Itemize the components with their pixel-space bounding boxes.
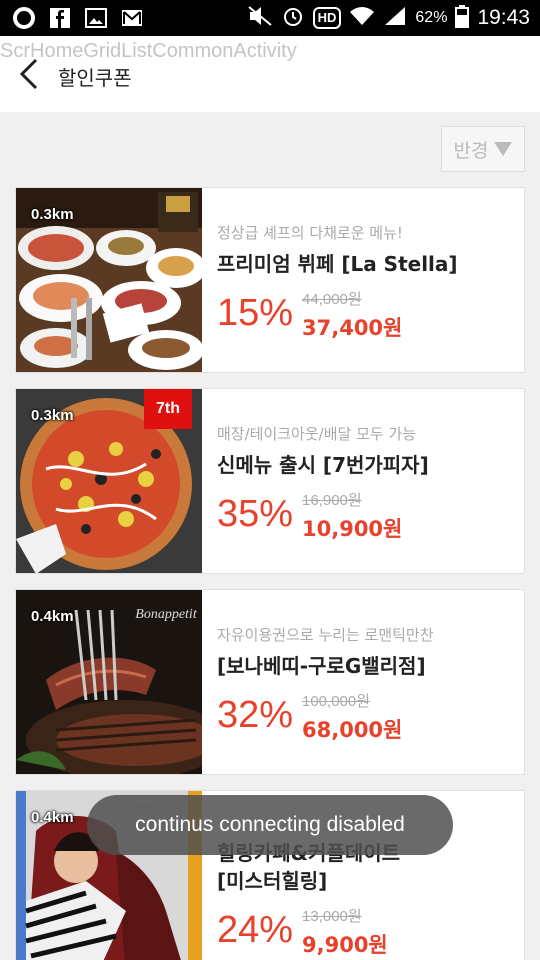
signal-icon — [383, 5, 407, 31]
svg-text:Bonappetit: Bonappetit — [135, 607, 198, 622]
alarm-icon — [281, 4, 305, 32]
facebook-icon — [48, 6, 72, 30]
original-price: 16,900원 — [302, 492, 362, 509]
svg-text:7th: 7th — [156, 400, 180, 417]
hd-icon: HD — [312, 7, 342, 29]
gallery-icon — [84, 6, 108, 30]
coupon-card[interactable]: 0.3km 정상급 셰프의 다채로운 메뉴! 프리미엄 뷔페 [La Stell… — [15, 187, 525, 373]
coupon-name: [보나베띠-구로G밸리점] — [217, 654, 426, 678]
activity-label: ScrHomeGridListCommonActivity — [0, 40, 297, 62]
radius-filter-label: 반경 — [453, 139, 489, 162]
coupon-card[interactable]: Bonappetit 0.4km 자유이용권으로 누리는 로맨틱만찬 [보나베띠… — [15, 589, 525, 775]
battery-icon — [455, 4, 470, 32]
discount-rate: 35% — [217, 493, 294, 535]
sale-price: 9,900원 — [302, 933, 388, 957]
clock: 19:43 — [477, 6, 530, 29]
discount-rate: 15% — [217, 292, 294, 334]
back-arrow-icon — [19, 58, 38, 90]
discount-rate: 24% — [217, 909, 294, 951]
coupon-subtitle: 자유이용권으로 누리는 로맨틱만찬 — [217, 626, 434, 644]
radius-filter-button[interactable]: 반경 — [441, 126, 525, 172]
original-price: 44,000원 — [302, 291, 362, 308]
status-bar: HD 62% 19:43 — [0, 0, 540, 36]
coupon-card[interactable]: 7th 0.3km 매장/테이크아웃/배달 모두 가능 신메뉴 출시 [7번가피… — [15, 388, 525, 574]
distance-label: 0.4km — [31, 608, 74, 625]
coupon-image-steak: Bonappetit 0.4km — [16, 590, 202, 774]
opera-icon — [12, 6, 36, 30]
distance-label: 0.3km — [31, 206, 74, 223]
coupon-name-line2: [미스터힐링] — [217, 869, 328, 893]
wifi-icon — [349, 5, 375, 31]
original-price: 100,000원 — [302, 693, 371, 710]
distance-label: 0.3km — [31, 407, 74, 424]
battery-percent: 62% — [415, 9, 448, 26]
coupon-name: 신메뉴 출시 [7번가피자] — [217, 453, 429, 477]
coupon-subtitle: 매장/테이크아웃/배달 모두 가능 — [217, 425, 417, 443]
gmail-icon — [120, 6, 144, 30]
coupon-image-buffet: 0.3km — [16, 188, 202, 372]
page-title: 할인쿠폰 — [58, 66, 132, 90]
toast-message: continus connecting disabled — [87, 795, 453, 855]
back-button[interactable] — [14, 56, 44, 92]
sale-price: 10,900원 — [302, 517, 403, 541]
discount-rate: 32% — [217, 694, 294, 736]
sale-price: 37,400원 — [302, 316, 403, 340]
coupon-name: 프리미엄 뷔페 [La Stella] — [217, 252, 458, 276]
mute-icon — [247, 4, 273, 32]
coupon-subtitle: 정상급 셰프의 다채로운 메뉴! — [217, 224, 403, 242]
dropdown-arrow-icon — [494, 142, 513, 156]
sale-price: 68,000원 — [302, 718, 403, 742]
coupon-image-pizza: 7th 0.3km — [16, 389, 202, 573]
distance-label: 0.4km — [31, 809, 74, 826]
original-price: 13,000원 — [302, 908, 362, 925]
